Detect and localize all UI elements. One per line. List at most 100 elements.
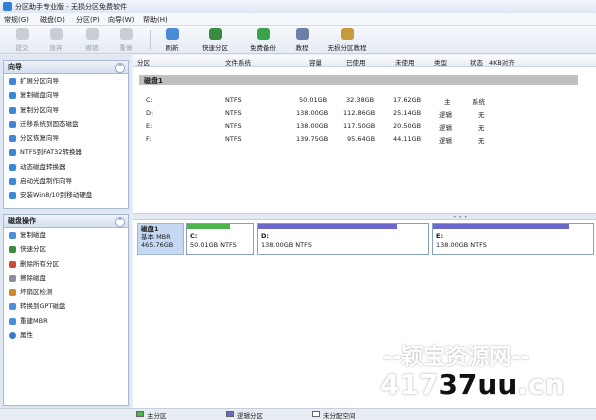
- op-delete-all-partitions[interactable]: 删除所有分区: [4, 257, 128, 271]
- collapse-icon[interactable]: ^: [115, 217, 125, 227]
- watermark-text: --颖宝资源网--: [383, 345, 530, 370]
- disk-operations-panel: 磁盘操作 ^ 复制磁盘 快速分区 删除所有分区 擦除磁盘 坏扇区检测 转换到GPT…: [3, 214, 129, 406]
- legend-primary: 主分区: [136, 410, 167, 420]
- discard-icon: [49, 28, 63, 40]
- convert-icon: [9, 303, 16, 311]
- op-convert-gpt[interactable]: 转换到GPT磁盘: [4, 299, 128, 313]
- menu-wizard[interactable]: 向导(W): [108, 15, 134, 25]
- table-row[interactable]: D: NTFS 138.00GB 112.86GB 25.14GB 逻辑 无: [133, 109, 596, 123]
- rebuild-icon: [9, 317, 16, 325]
- usage-bar: [258, 224, 398, 229]
- undo-icon: [85, 28, 99, 40]
- copy-icon: [9, 232, 16, 239]
- menu-help[interactable]: 帮助(H): [143, 15, 168, 25]
- op-wipe-disk[interactable]: 擦除磁盘: [4, 271, 128, 285]
- table-row[interactable]: F: NTFS 139.75GB 95.64GB 44.11GB 逻辑 无: [133, 135, 596, 149]
- quick-partition-button[interactable]: 快速分区: [195, 28, 235, 52]
- free-backup-button[interactable]: 免费备份: [243, 28, 283, 52]
- legend-swatch: [136, 411, 144, 417]
- wizard-bootable-media[interactable]: 启动光盘制作向导: [4, 174, 128, 188]
- watermark-url: 41737uu.cn: [380, 368, 565, 401]
- usage-bar: [433, 224, 569, 229]
- menu-general[interactable]: 常规(G): [4, 15, 29, 25]
- op-quick-partition[interactable]: 快速分区: [4, 242, 128, 256]
- op-copy-disk[interactable]: 复制磁盘: [4, 228, 128, 242]
- quick-partition-icon: [208, 28, 222, 40]
- col-4k-aligned[interactable]: 4KB对齐: [489, 57, 515, 67]
- partition-block[interactable]: E: 138.00GB NTFS: [432, 223, 594, 255]
- col-type[interactable]: 类型: [434, 57, 447, 67]
- sidebar: 向导 ^ 扩展分区向导 复制磁盘向导 复制分区向导 迁移系统到固态磁盘 分区恢复向…: [0, 55, 131, 408]
- table-header: 分区 文件系统 容量 已使用 未使用 类型 状态 4KB对齐: [133, 55, 596, 67]
- wizard-icon: [9, 120, 16, 128]
- app-icon: [3, 2, 12, 11]
- col-partition[interactable]: 分区: [137, 57, 150, 67]
- wizard-dynamic-disk[interactable]: 动态磁盘转换器: [4, 160, 128, 174]
- wizard-windows-to-go[interactable]: 安装Win8/10到移动硬盘: [4, 188, 128, 202]
- op-bad-sector-check[interactable]: 坏扇区检测: [4, 285, 128, 299]
- toolbar: 提交 放弃 撤销 重做 刷新 快速分区 免费备份 教程 无损分区教程: [0, 26, 596, 54]
- menu-partition[interactable]: 分区(P): [76, 15, 100, 25]
- wizard-icon: [9, 149, 16, 157]
- wizard-icon: [9, 106, 16, 114]
- disk-group-header[interactable]: 磁盘1: [139, 75, 578, 85]
- delete-icon: [9, 260, 16, 268]
- wizard-icon: [9, 92, 16, 100]
- tutorial-icon: [340, 28, 354, 40]
- wizard-panel: 向导 ^ 扩展分区向导 复制磁盘向导 复制分区向导 迁移系统到固态磁盘 分区恢复向…: [3, 60, 129, 209]
- disk-operations-header[interactable]: 磁盘操作 ^: [4, 215, 128, 228]
- title-bar: 分区助手专业版 - 无损分区免费软件: [0, 0, 596, 13]
- wizard-partition-recovery[interactable]: 分区恢复向导: [4, 131, 128, 145]
- col-capacity[interactable]: 容量: [309, 57, 322, 67]
- collapse-icon[interactable]: ^: [115, 63, 125, 73]
- table-row[interactable]: C: NTFS 50.01GB 32.38GB 17.62GB 主 系统: [133, 96, 596, 110]
- wizard-icon: [9, 178, 16, 186]
- eraser-icon: [9, 274, 16, 282]
- partition-block[interactable]: D: 138.00GB NTFS: [257, 223, 429, 255]
- wizard-icon: [9, 135, 16, 143]
- legend-swatch: [312, 411, 320, 417]
- quick-partition-icon: [9, 246, 16, 254]
- pane-splitter[interactable]: • • •: [133, 213, 596, 221]
- wizard-icon: [9, 78, 16, 85]
- refresh-button[interactable]: 刷新: [158, 28, 186, 52]
- undo-button[interactable]: 撤销: [78, 28, 106, 52]
- toolbar-separator: [150, 30, 151, 50]
- redo-icon: [119, 28, 133, 40]
- scan-icon: [9, 289, 16, 297]
- op-properties[interactable]: 属性: [4, 328, 128, 342]
- book-icon: [295, 28, 309, 40]
- refresh-icon: [165, 28, 179, 40]
- info-icon: [9, 332, 16, 340]
- wizard-copy-disk[interactable]: 复制磁盘向导: [4, 88, 128, 102]
- discard-button[interactable]: 放弃: [42, 28, 70, 52]
- col-used[interactable]: 已使用: [346, 57, 366, 67]
- wizard-icon: [9, 192, 16, 200]
- backup-icon: [256, 28, 270, 40]
- commit-button[interactable]: 提交: [8, 28, 36, 52]
- col-free[interactable]: 未使用: [395, 57, 415, 67]
- tutorial-button[interactable]: 教程: [290, 28, 314, 52]
- col-filesystem[interactable]: 文件系统: [225, 57, 251, 67]
- usage-bar: [187, 224, 230, 229]
- disk-info[interactable]: 磁盘1 基本 MBR 465.76GB: [137, 223, 184, 255]
- partition-block[interactable]: C: 50.01GB NTFS: [186, 223, 254, 255]
- menu-disk[interactable]: 磁盘(D): [40, 15, 65, 25]
- checkmark-icon: [15, 28, 29, 40]
- legend-swatch: [226, 411, 234, 417]
- wizard-ntfs-to-fat32[interactable]: NTFS到FAT32转换器: [4, 145, 128, 159]
- legend-logical: 逻辑分区: [226, 410, 263, 420]
- status-bar: 主分区 逻辑分区 未分配空间: [0, 408, 596, 420]
- wizard-migrate-os-ssd[interactable]: 迁移系统到固态磁盘: [4, 117, 128, 131]
- table-row[interactable]: E: NTFS 138.00GB 117.50GB 20.50GB 逻辑 无: [133, 122, 596, 136]
- wizard-extend-partition[interactable]: 扩展分区向导: [4, 74, 128, 88]
- lossless-tutorial-button[interactable]: 无损分区教程: [322, 28, 372, 52]
- wizard-copy-partition[interactable]: 复制分区向导: [4, 103, 128, 117]
- wizard-icon: [9, 163, 16, 171]
- op-rebuild-mbr[interactable]: 重建MBR: [4, 314, 128, 328]
- redo-button[interactable]: 重做: [112, 28, 140, 52]
- wizard-panel-header[interactable]: 向导 ^: [4, 61, 128, 74]
- legend-unallocated: 未分配空间: [312, 410, 356, 420]
- col-status[interactable]: 状态: [470, 57, 483, 67]
- window-title: 分区助手专业版 - 无损分区免费软件: [15, 3, 127, 11]
